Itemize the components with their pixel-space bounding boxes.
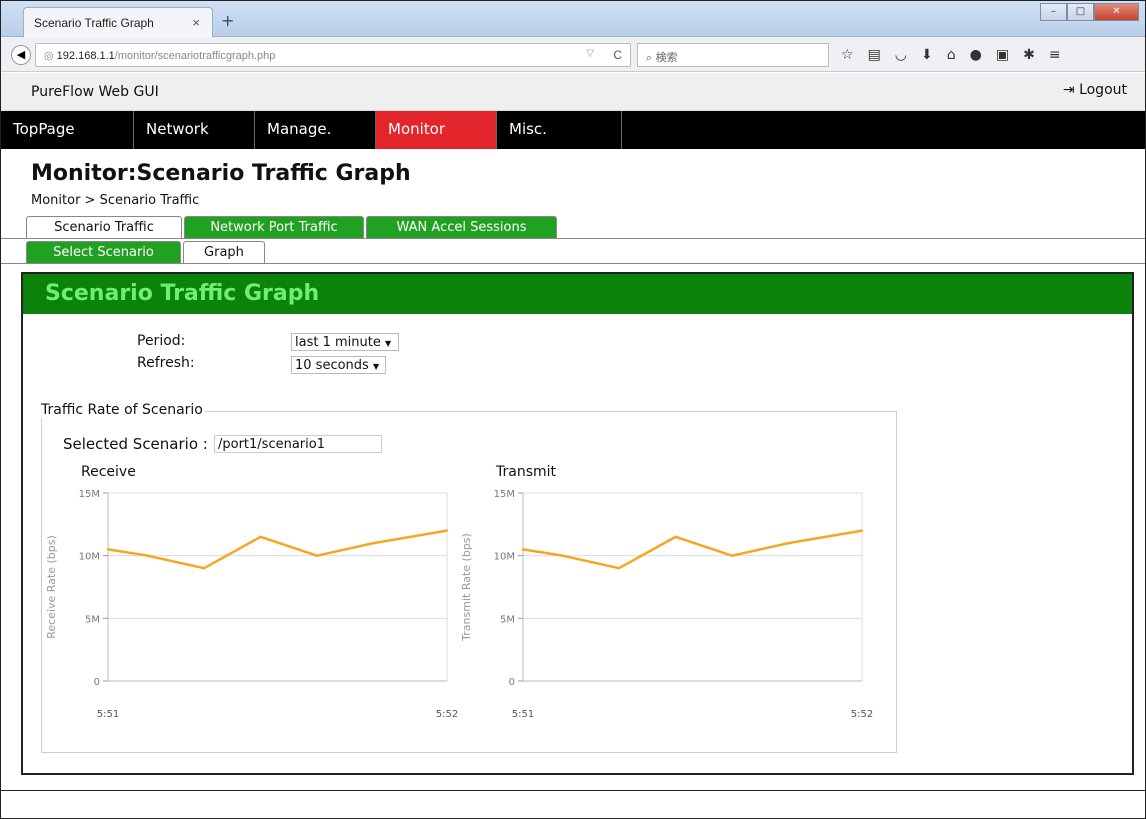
- back-button[interactable]: ◀: [11, 45, 31, 65]
- download-icon[interactable]: ⬇: [921, 47, 933, 63]
- selected-scenario-field: /port1/scenario1: [214, 435, 382, 453]
- search-icon: ⌕: [646, 51, 653, 64]
- data-point: [860, 529, 864, 532]
- transmit-chart-title: Transmit: [496, 464, 557, 480]
- tab-graph[interactable]: Graph: [183, 241, 265, 263]
- home-icon[interactable]: ⌂: [947, 47, 956, 63]
- app-header: PureFlow Web GUI ⇥ Logout: [1, 73, 1145, 111]
- logout-label: Logout: [1079, 82, 1127, 98]
- receive-chart: 0 5M 10M 15M Receive Rate (bps) 5:51 5:52: [45, 489, 458, 720]
- close-tab-icon[interactable]: ×: [192, 15, 200, 30]
- y-tick-label: 10M: [79, 552, 100, 563]
- minimize-button[interactable]: –: [1040, 3, 1067, 21]
- logout-button[interactable]: ⇥ Logout: [1063, 82, 1127, 98]
- menu-icon[interactable]: ≡: [1049, 47, 1061, 63]
- page-bottom-border: [1, 790, 1145, 791]
- search-input[interactable]: ⌕ 検索: [637, 43, 829, 67]
- tab-scenario-traffic[interactable]: Scenario Traffic: [26, 216, 182, 238]
- chevron-down-icon: ▼: [384, 339, 392, 348]
- x-tick-label: 5:51: [512, 709, 534, 720]
- tab-divider: [1, 238, 1145, 239]
- refresh-value: 10 seconds: [295, 358, 369, 373]
- refresh-select[interactable]: 10 seconds ▼: [291, 356, 386, 374]
- x-tick-label: 5:52: [436, 709, 458, 720]
- main-menu: TopPage Network Manage. Monitor Misc.: [1, 111, 1145, 149]
- url-host: 192.168.1.1: [56, 50, 115, 62]
- data-point: [202, 567, 206, 570]
- data-point: [372, 541, 375, 545]
- page-title: Monitor:Scenario Traffic Graph: [31, 161, 411, 186]
- address-bar[interactable]: ◎ 192.168.1.1/monitor/scenariotrafficgra…: [35, 43, 631, 67]
- pocket-icon[interactable]: ◡: [895, 47, 907, 63]
- series-line: [522, 529, 863, 570]
- data-point: [521, 548, 525, 551]
- y-tick-label: 0: [509, 677, 515, 688]
- search-placeholder: 検索: [655, 51, 678, 64]
- url-path: /monitor/scenariotrafficgraph.php: [114, 50, 276, 62]
- tab-wan-accel-sessions[interactable]: WAN Accel Sessions: [366, 216, 557, 238]
- data-point: [561, 554, 564, 557]
- tab-select-scenario[interactable]: Select Scenario: [26, 241, 181, 263]
- data-point: [617, 567, 621, 570]
- period-select[interactable]: last 1 minute ▼: [291, 333, 399, 351]
- new-tab-icon[interactable]: +: [221, 11, 234, 30]
- y-tick-label: 15M: [79, 489, 100, 500]
- series-line: [107, 529, 448, 570]
- y-tick-label: 10M: [494, 552, 515, 563]
- x-tick-label: 5:51: [97, 709, 119, 720]
- selected-scenario-label: Selected Scenario :: [63, 435, 208, 453]
- refresh-label: Refresh:: [137, 355, 195, 371]
- menu-item-monitor[interactable]: Monitor: [376, 111, 497, 149]
- browser-tab-strip: Scenario Traffic Graph × + – □ ✕: [1, 1, 1145, 37]
- chat-icon[interactable]: ●: [970, 47, 982, 63]
- y-tick-label: 5M: [85, 614, 100, 625]
- maximize-button[interactable]: □: [1067, 3, 1094, 21]
- url-dropdown-icon[interactable]: ▽: [586, 48, 594, 59]
- y-tick-label: 0: [94, 677, 100, 688]
- period-value: last 1 minute: [295, 335, 381, 350]
- data-point: [445, 529, 449, 532]
- menu-item-manage[interactable]: Manage.: [255, 111, 376, 149]
- y-tick-label: 15M: [494, 489, 515, 500]
- data-point: [146, 554, 149, 557]
- menu-item-toppage[interactable]: TopPage: [1, 111, 134, 149]
- group-legend: Traffic Rate of Scenario: [41, 402, 205, 418]
- app-title: PureFlow Web GUI: [31, 84, 159, 100]
- tab-network-port-traffic[interactable]: Network Port Traffic: [184, 216, 364, 238]
- reload-icon[interactable]: C: [613, 48, 622, 62]
- logout-icon: ⇥: [1062, 82, 1075, 98]
- data-point: [106, 548, 110, 551]
- globe-icon: ◎: [44, 50, 54, 62]
- extension-icon[interactable]: ✱: [1023, 47, 1035, 63]
- menu-item-network[interactable]: Network: [134, 111, 255, 149]
- browser-toolbar-icons: ☆ ▤ ◡ ⬇ ⌂ ● ▣ ✱ ≡: [841, 47, 1061, 63]
- period-label: Period:: [137, 333, 186, 349]
- panel-title: Scenario Traffic Graph: [23, 274, 1132, 314]
- browser-tab[interactable]: Scenario Traffic Graph ×: [23, 7, 213, 37]
- subtab-divider: [1, 263, 1145, 264]
- data-point: [787, 541, 790, 545]
- bookmark-star-icon[interactable]: ☆: [841, 47, 854, 63]
- y-axis-label: Transmit Rate (bps): [460, 533, 473, 642]
- close-window-button[interactable]: ✕: [1094, 3, 1139, 21]
- window-controls: – □ ✕: [1040, 3, 1139, 21]
- menu-item-misc[interactable]: Misc.: [497, 111, 622, 149]
- screenshot-icon[interactable]: ▣: [996, 47, 1009, 63]
- x-tick-label: 5:52: [851, 709, 873, 720]
- breadcrumb: Monitor > Scenario Traffic: [31, 193, 200, 208]
- bookmarks-list-icon[interactable]: ▤: [868, 47, 881, 63]
- transmit-chart: 0 5M 10M 15M Transmit Rate (bps) 5:51 5:52: [460, 489, 873, 720]
- browser-window: Scenario Traffic Graph × + – □ ✕ ◀ ◎ 192…: [0, 0, 1146, 819]
- y-axis-label: Receive Rate (bps): [45, 535, 58, 639]
- browser-nav-bar: ◀ ◎ 192.168.1.1/monitor/scenariotrafficg…: [1, 37, 1145, 72]
- data-point: [259, 535, 262, 539]
- data-point: [315, 554, 319, 557]
- data-point: [674, 535, 677, 539]
- browser-tab-title: Scenario Traffic Graph: [34, 16, 154, 30]
- data-point: [730, 554, 734, 557]
- chevron-down-icon: ▼: [372, 362, 380, 371]
- y-tick-label: 5M: [500, 614, 515, 625]
- receive-chart-title: Receive: [81, 464, 136, 480]
